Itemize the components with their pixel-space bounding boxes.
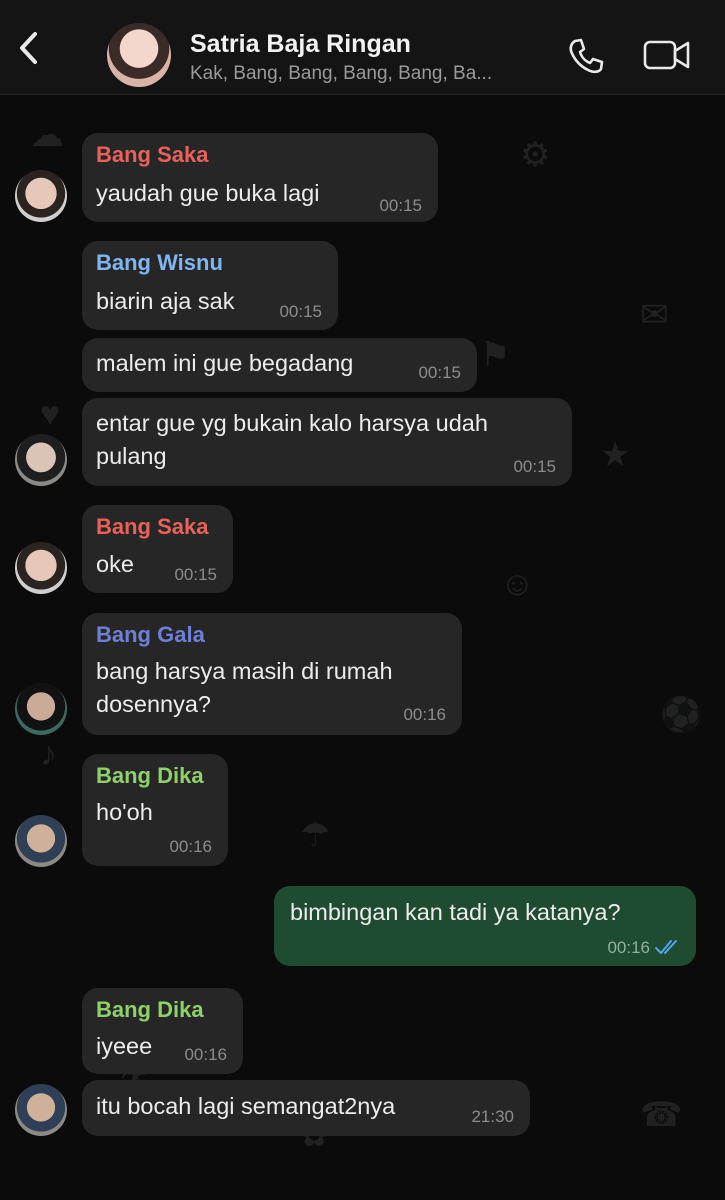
message-time: 00:15 [174, 565, 217, 584]
message-bubble[interactable]: Bang Dika iyeee 00:16 [82, 988, 243, 1074]
message-text-line: bang harsya masih di rumah [96, 658, 393, 684]
message-text: iyeee [96, 1033, 153, 1059]
message-bubble[interactable]: Bang Gala bang harsya masih di rumah dos… [82, 613, 462, 735]
phone-icon[interactable] [566, 36, 606, 76]
message-time: 00:16 [169, 837, 212, 856]
message-time: 00:15 [379, 196, 422, 215]
message-time: 00:16 [403, 705, 446, 724]
video-camera-icon[interactable] [643, 38, 691, 72]
message-text: yaudah gue buka lagi [96, 180, 320, 206]
message-time: 00:16 [607, 938, 650, 957]
sender-name[interactable]: Bang Wisnu [96, 250, 223, 276]
message-text: biarin aja sak [96, 288, 235, 314]
message-text-line: entar gue yg bukain kalo harsya udah [96, 410, 488, 436]
message-time: 00:15 [279, 302, 322, 321]
back-icon[interactable] [14, 28, 44, 68]
avatar[interactable] [15, 434, 67, 486]
group-title[interactable]: Satria Baja Ringan [190, 30, 411, 59]
message-bubble[interactable]: entar gue yg bukain kalo harsya udah pul… [82, 398, 572, 486]
message-text-line: pulang [96, 443, 167, 469]
group-avatar[interactable] [107, 23, 171, 87]
sender-name[interactable]: Bang Saka [96, 514, 209, 540]
avatar[interactable] [15, 815, 67, 867]
avatar[interactable] [15, 170, 67, 222]
message-time: 00:16 [184, 1045, 227, 1064]
message-bubble[interactable]: itu bocah lagi semangat2nya 21:30 [82, 1080, 530, 1136]
message-text: oke [96, 551, 134, 577]
avatar[interactable] [15, 542, 67, 594]
double-check-read-icon [655, 940, 677, 954]
message-text-line: dosennya? [96, 691, 211, 717]
avatar[interactable] [15, 1084, 67, 1136]
sender-name[interactable]: Bang Dika [96, 997, 204, 1023]
message-text: malem ini gue begadang [96, 350, 354, 376]
outgoing-message-bubble[interactable]: bimbingan kan tadi ya katanya? 00:16 [274, 886, 696, 966]
message-bubble[interactable]: Bang Saka oke 00:15 [82, 505, 233, 593]
chat-header: Satria Baja Ringan Kak, Bang, Bang, Bang… [0, 0, 725, 95]
message-time: 00:15 [513, 457, 556, 476]
group-members-subtitle[interactable]: Kak, Bang, Bang, Bang, Bang, Ba... [190, 63, 550, 85]
message-time: 00:15 [418, 363, 461, 382]
message-time: 21:30 [471, 1107, 514, 1126]
message-bubble[interactable]: Bang Wisnu biarin aja sak 00:15 [82, 241, 338, 330]
avatar[interactable] [15, 683, 67, 735]
message-text: itu bocah lagi semangat2nya [96, 1093, 396, 1119]
sender-name[interactable]: Bang Saka [96, 142, 209, 168]
message-bubble[interactable]: Bang Saka yaudah gue buka lagi 00:15 [82, 133, 438, 222]
message-bubble[interactable]: Bang Dika ho'oh 00:16 [82, 754, 228, 866]
message-text: ho'oh [96, 799, 153, 825]
sender-name[interactable]: Bang Gala [96, 622, 205, 648]
message-text: bimbingan kan tadi ya katanya? [290, 899, 621, 925]
message-bubble[interactable]: malem ini gue begadang 00:15 [82, 338, 477, 392]
sender-name[interactable]: Bang Dika [96, 763, 204, 789]
